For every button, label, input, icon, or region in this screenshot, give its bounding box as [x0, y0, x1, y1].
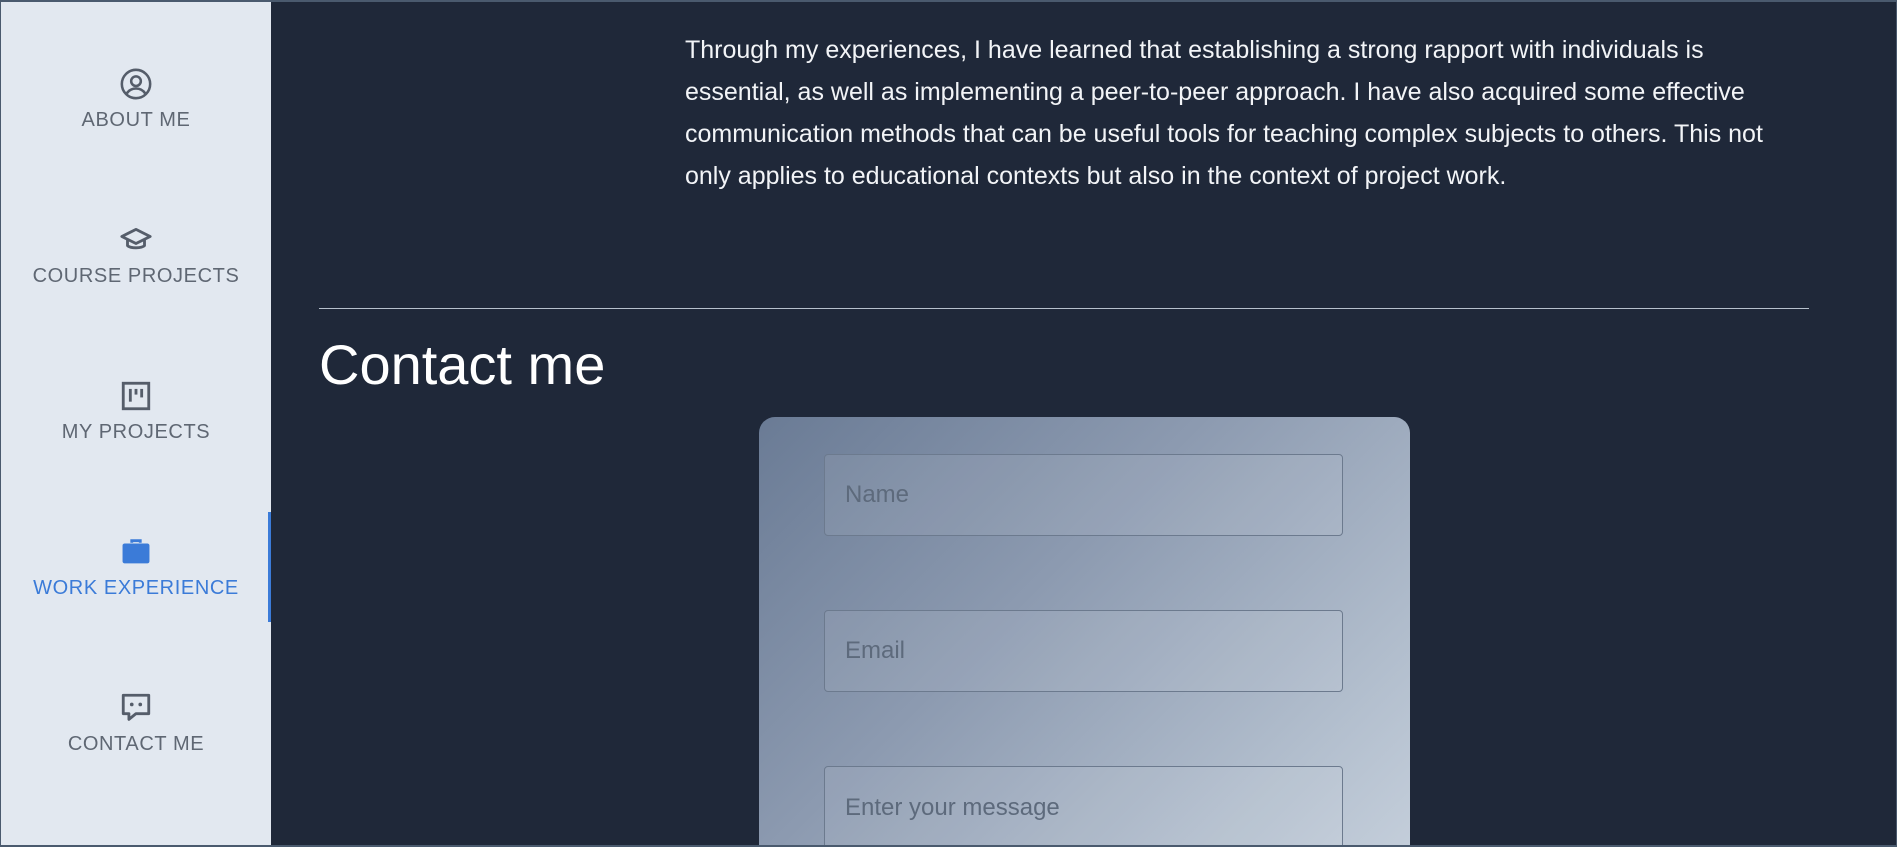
kanban-board-icon — [119, 379, 153, 413]
name-input[interactable] — [824, 454, 1343, 536]
sidebar-nav: ABOUT ME COURSE PROJECTS MY PROJECTS WOR… — [1, 2, 271, 845]
work-experience-paragraph: Through my experiences, I have learned t… — [685, 36, 1763, 190]
sidebar-item-label: CONTACT ME — [67, 732, 205, 755]
contact-form — [759, 417, 1410, 845]
email-input[interactable] — [824, 610, 1343, 692]
contact-section-title: Contact me — [319, 333, 606, 396]
chat-bubble-icon — [119, 691, 153, 725]
sidebar-item-contact-me[interactable]: CONTACT ME — [1, 668, 271, 778]
sidebar-item-label: ABOUT ME — [81, 108, 191, 131]
sidebar-item-about-me[interactable]: ABOUT ME — [1, 44, 271, 154]
message-textarea[interactable] — [824, 766, 1343, 845]
graduation-cap-icon — [119, 223, 153, 257]
sidebar-item-course-projects[interactable]: COURSE PROJECTS — [1, 200, 271, 310]
main-content: Through my experiences, I have learned t… — [271, 2, 1896, 845]
section-divider — [319, 308, 1809, 309]
sidebar-item-label: COURSE PROJECTS — [32, 264, 240, 287]
sidebar-item-my-projects[interactable]: MY PROJECTS — [1, 356, 271, 466]
sidebar-item-work-experience[interactable]: WORK EXPERIENCE — [1, 512, 271, 622]
sidebar-item-label: WORK EXPERIENCE — [33, 576, 239, 599]
briefcase-icon — [119, 535, 153, 569]
app-window: ABOUT ME COURSE PROJECTS MY PROJECTS WOR… — [0, 0, 1897, 847]
user-circle-icon — [119, 67, 153, 101]
sidebar-item-label: MY PROJECTS — [61, 420, 211, 443]
